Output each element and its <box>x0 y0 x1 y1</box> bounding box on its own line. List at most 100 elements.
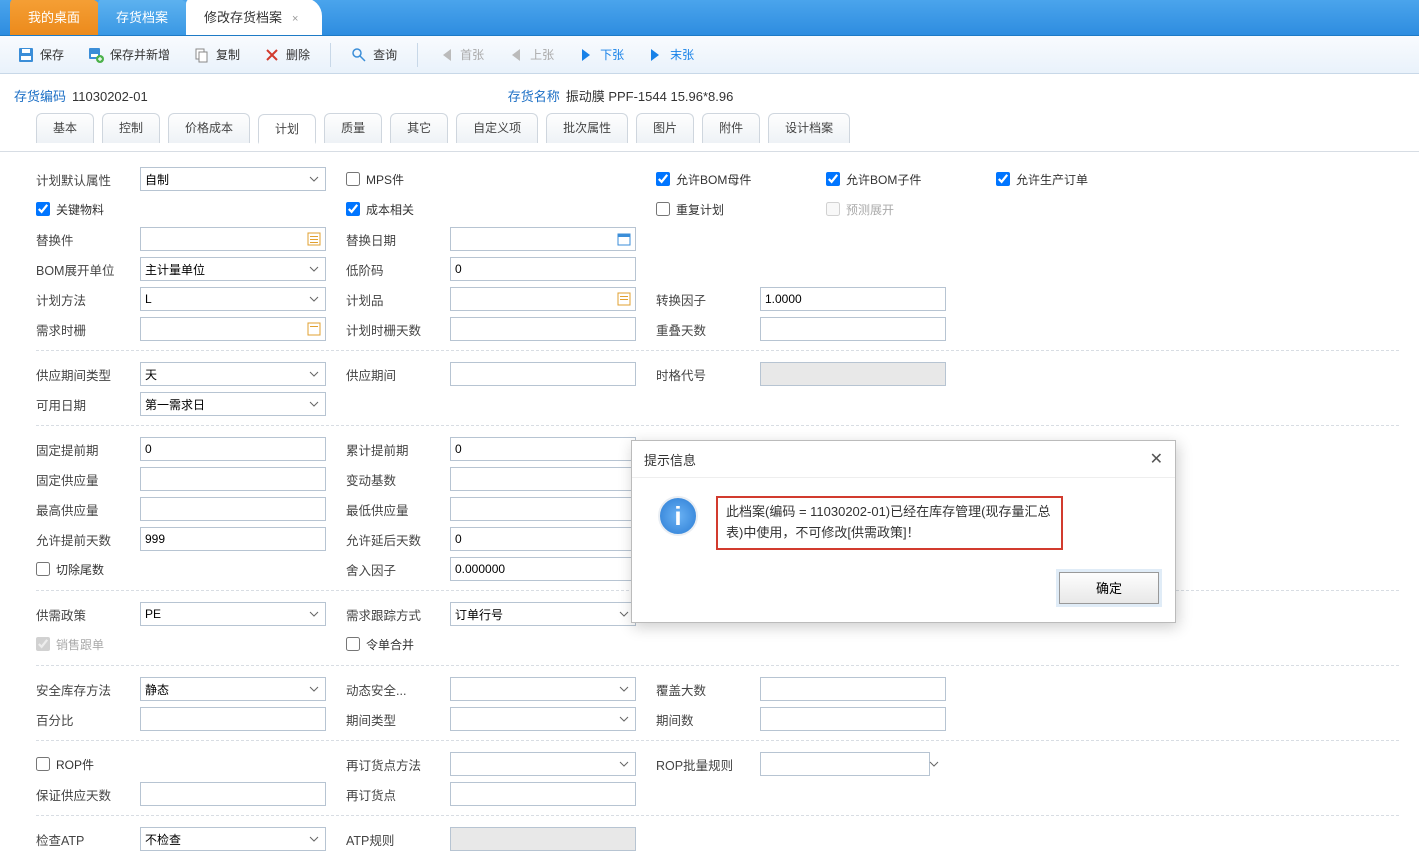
order-merge-checkbox[interactable]: 令单合并 <box>346 636 414 653</box>
dem-track-input[interactable] <box>450 602 636 626</box>
fixed-sup-input[interactable] <box>140 467 326 491</box>
guar-sup-days-input[interactable] <box>140 782 326 806</box>
next-button[interactable]: 下张 <box>568 42 634 67</box>
subtab-batch-attr[interactable]: 批次属性 <box>546 113 628 143</box>
chevron-down-icon[interactable] <box>925 755 943 773</box>
tab-my-desktop[interactable]: 我的桌面 <box>10 0 104 35</box>
query-button[interactable]: 查询 <box>341 42 407 67</box>
bom-expand-unit-label: BOM展开单位 <box>36 260 140 279</box>
pct-input[interactable] <box>140 707 326 731</box>
rop-item-checkbox[interactable]: ROP件 <box>36 756 94 773</box>
key-material-checkbox[interactable]: 关键物料 <box>36 201 104 218</box>
close-icon[interactable]: × <box>292 13 298 25</box>
subtab-plan[interactable]: 计划 <box>258 114 316 144</box>
chevron-down-icon[interactable] <box>305 170 323 188</box>
chevron-down-icon[interactable] <box>615 755 633 773</box>
ok-button[interactable]: 确定 <box>1059 572 1159 604</box>
subtab-basic[interactable]: 基本 <box>36 113 94 143</box>
sub-item-input[interactable] <box>140 227 326 251</box>
sup-dem-policy-input[interactable] <box>140 602 326 626</box>
allow-bom-child-checkbox[interactable]: 允许BOM子件 <box>826 171 921 188</box>
prev-button[interactable]: 上张 <box>498 42 564 67</box>
subtab-control[interactable]: 控制 <box>102 113 160 143</box>
lookup-icon[interactable] <box>615 290 633 308</box>
plan-method-input[interactable] <box>140 287 326 311</box>
demand-tf-input[interactable] <box>140 317 326 341</box>
tab-inventory-archive[interactable]: 存货档案 <box>98 0 192 35</box>
subtab-price-cost[interactable]: 价格成本 <box>168 113 250 143</box>
period-type-input[interactable] <box>450 707 636 731</box>
period-num-input[interactable] <box>760 707 946 731</box>
tab-label: 存货档案 <box>116 10 168 25</box>
atp-rule-label: ATP规则 <box>346 830 450 849</box>
first-button[interactable]: 首张 <box>428 42 494 67</box>
round-factor-input[interactable] <box>450 557 636 581</box>
period-num-label: 期间数 <box>656 710 760 729</box>
sup-period-input[interactable] <box>450 362 636 386</box>
subtab-attach[interactable]: 附件 <box>702 113 760 143</box>
chevron-down-icon[interactable] <box>305 365 323 383</box>
allow-bom-parent-checkbox[interactable]: 允许BOM母件 <box>656 171 751 188</box>
subtab-design[interactable]: 设计档案 <box>768 113 850 143</box>
last-button[interactable]: 末张 <box>638 42 704 67</box>
copy-button[interactable]: 复制 <box>184 42 250 67</box>
conv-factor-input[interactable] <box>760 287 946 311</box>
conv-factor-label: 转换因子 <box>656 290 760 309</box>
overlap-days-input[interactable] <box>760 317 946 341</box>
subtab-other[interactable]: 其它 <box>390 113 448 143</box>
calendar-icon[interactable] <box>615 230 633 248</box>
code-value: 11030202-01 <box>72 89 148 104</box>
chevron-down-icon[interactable] <box>305 290 323 308</box>
reorder-method-input[interactable] <box>450 752 636 776</box>
chevron-down-icon[interactable] <box>305 680 323 698</box>
delete-button[interactable]: 删除 <box>254 42 320 67</box>
fixed-lt-input[interactable] <box>140 437 326 461</box>
cover-qty-input[interactable] <box>760 677 946 701</box>
dialog-message: 此档案(编码 = 11030202-01)已经在库存管理(现存量汇总表)中使用，… <box>726 504 1050 540</box>
subtab-custom[interactable]: 自定义项 <box>456 113 538 143</box>
cost-related-checkbox[interactable]: 成本相关 <box>346 201 414 218</box>
var-base-input[interactable] <box>450 467 636 491</box>
chevron-down-icon[interactable] <box>305 395 323 413</box>
low-code-input[interactable] <box>450 257 636 281</box>
sub-date-input[interactable] <box>450 227 636 251</box>
chevron-down-icon[interactable] <box>305 605 323 623</box>
min-sup-input[interactable] <box>450 497 636 521</box>
subtab-image[interactable]: 图片 <box>636 113 694 143</box>
lookup-icon[interactable] <box>305 320 323 338</box>
chevron-down-icon[interactable] <box>615 710 633 728</box>
chevron-down-icon[interactable] <box>615 680 633 698</box>
plan-item-input[interactable] <box>450 287 636 311</box>
avail-date-input[interactable] <box>140 392 326 416</box>
allow-delay-days-input[interactable] <box>450 527 636 551</box>
checkbox-label: 关键物料 <box>56 201 104 218</box>
time-code-input <box>760 362 946 386</box>
subtab-quality[interactable]: 质量 <box>324 113 382 143</box>
plan-def-attr-input[interactable] <box>140 167 326 191</box>
chevron-down-icon[interactable] <box>305 830 323 848</box>
reorder-pt-input[interactable] <box>450 782 636 806</box>
plan-tf-days-input[interactable] <box>450 317 636 341</box>
sub-tabbar: 基本 控制 价格成本 计划 质量 其它 自定义项 批次属性 图片 附件 设计档案 <box>0 113 1419 152</box>
save-button[interactable]: 保存 <box>8 42 74 67</box>
check-atp-input[interactable] <box>140 827 326 851</box>
bom-expand-unit-input[interactable] <box>140 257 326 281</box>
rop-batch-rule-input[interactable] <box>760 752 930 776</box>
fixed-sup-label: 固定供应量 <box>36 470 140 489</box>
mps-checkbox[interactable]: MPS件 <box>346 171 404 188</box>
allow-prod-order-checkbox[interactable]: 允许生产订单 <box>996 171 1088 188</box>
allow-adv-days-input[interactable] <box>140 527 326 551</box>
chevron-down-icon[interactable] <box>305 260 323 278</box>
max-sup-input[interactable] <box>140 497 326 521</box>
cum-lt-input[interactable] <box>450 437 636 461</box>
repeat-plan-checkbox[interactable]: 重复计划 <box>656 201 724 218</box>
save-and-new-button[interactable]: 保存并新增 <box>78 42 180 67</box>
lookup-icon[interactable] <box>305 230 323 248</box>
sup-period-type-input[interactable] <box>140 362 326 386</box>
tab-edit-inventory-archive[interactable]: 修改存货档案× <box>186 0 322 35</box>
check-atp-label: 检查ATP <box>36 830 140 849</box>
cut-tail-checkbox[interactable]: 切除尾数 <box>36 561 104 578</box>
dyn-safe-input[interactable] <box>450 677 636 701</box>
safe-stock-method-input[interactable] <box>140 677 326 701</box>
close-icon[interactable]: ✕ <box>1150 449 1163 469</box>
